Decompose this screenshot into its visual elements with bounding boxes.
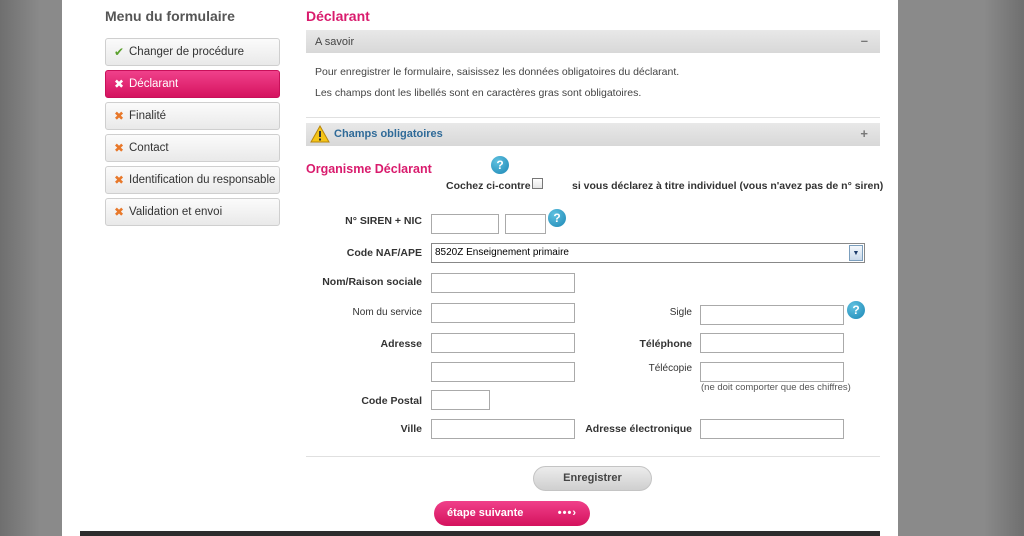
individuel-checkbox[interactable]	[532, 178, 543, 189]
sigle-label: Sigle	[669, 307, 692, 318]
cross-icon: ✖	[113, 77, 125, 91]
sidebar-item-label: Déclarant	[129, 78, 179, 90]
help-icon[interactable]: ?	[847, 301, 865, 319]
expand-icon[interactable]: +	[860, 126, 868, 141]
sidebar-item-finalite[interactable]: ✖ Finalité	[105, 102, 280, 130]
help-icon[interactable]: ?	[491, 156, 509, 174]
arrow-right-icon: •••›	[557, 507, 577, 519]
champs-obligatoires-link[interactable]: Champs obligatoires	[334, 128, 443, 140]
nic-input[interactable]	[505, 214, 546, 234]
sidebar-title: Menu du formulaire	[105, 8, 235, 24]
warning-icon	[310, 125, 330, 143]
cross-icon: ✖	[113, 141, 125, 155]
page-container: Menu du formulaire ✔ Changer de procédur…	[62, 0, 898, 536]
nom-input[interactable]	[431, 273, 575, 293]
help-icon[interactable]: ?	[548, 209, 566, 227]
a-savoir-panel-header[interactable]: A savoir –	[306, 30, 880, 53]
telecopie-input[interactable]	[700, 362, 844, 382]
code-postal-label: Code Postal	[361, 395, 422, 407]
info-line-2: Les champs dont les libellés sont en car…	[315, 87, 642, 99]
next-step-label: étape suivante	[447, 507, 524, 519]
code-postal-input[interactable]	[431, 390, 490, 410]
service-input[interactable]	[431, 303, 575, 323]
sidebar-item-declarant[interactable]: ✖ Déclarant	[105, 70, 280, 98]
a-savoir-label: A savoir	[315, 35, 355, 48]
sidebar-item-label: Finalité	[129, 110, 167, 122]
cochez-label: Cochez ci-contre	[446, 180, 531, 192]
save-button[interactable]: Enregistrer	[533, 466, 652, 491]
info-line-1: Pour enregistrer le formulaire, saisisse…	[315, 66, 680, 78]
divider	[306, 456, 880, 457]
adresse-label: Adresse	[380, 338, 422, 350]
check-icon: ✔	[113, 45, 125, 59]
sidebar-item-identification[interactable]: ✖ Identification du responsable	[105, 166, 280, 194]
ville-input[interactable]	[431, 419, 575, 439]
telecopie-hint: (ne doit comporter que des chiffres)	[701, 382, 851, 393]
email-input[interactable]	[700, 419, 844, 439]
email-label: Adresse électronique	[585, 423, 692, 435]
individuel-label: si vous déclarez à titre individuel (vou…	[572, 180, 884, 192]
siren-label: N° SIREN + NIC	[345, 215, 422, 227]
sidebar-item-label: Contact	[129, 142, 169, 154]
ville-label: Ville	[400, 423, 422, 435]
siren-input[interactable]	[431, 214, 499, 234]
naf-label: Code NAF/APE	[346, 247, 422, 259]
sidebar-item-validation[interactable]: ✖ Validation et envoi	[105, 198, 280, 226]
telecopie-label: Télécopie	[648, 363, 692, 374]
service-label: Nom du service	[352, 307, 422, 318]
adresse-input[interactable]	[431, 333, 575, 353]
cross-icon: ✖	[113, 205, 125, 219]
telephone-label: Téléphone	[639, 338, 692, 350]
sidebar-item-label: Identification du responsable	[129, 174, 276, 186]
naf-selected-value: 8520Z Enseignement primaire	[435, 247, 569, 258]
nom-label: Nom/Raison sociale	[322, 276, 422, 288]
champs-obligatoires-panel-header[interactable]: Champs obligatoires +	[306, 123, 880, 146]
sidebar-item-contact[interactable]: ✖ Contact	[105, 134, 280, 162]
footer-bar	[80, 531, 880, 536]
collapse-icon[interactable]: –	[861, 33, 868, 48]
divider	[306, 117, 880, 118]
telephone-input[interactable]	[700, 333, 844, 353]
cross-icon: ✖	[113, 109, 125, 123]
chevron-down-icon[interactable]: ▼	[849, 245, 863, 261]
next-step-button[interactable]: étape suivante •••›	[434, 501, 590, 526]
organisme-title: Organisme Déclarant	[306, 162, 432, 176]
sidebar-item-label: Changer de procédure	[129, 46, 245, 58]
naf-select[interactable]: 8520Z Enseignement primaire ▼	[431, 243, 865, 263]
sigle-input[interactable]	[700, 305, 844, 325]
page-title: Déclarant	[306, 8, 370, 24]
sidebar-item-changer-procedure[interactable]: ✔ Changer de procédure	[105, 38, 280, 66]
cross-icon: ✖	[113, 173, 125, 187]
adresse-line2-input[interactable]	[431, 362, 575, 382]
sidebar-item-label: Validation et envoi	[129, 206, 223, 218]
